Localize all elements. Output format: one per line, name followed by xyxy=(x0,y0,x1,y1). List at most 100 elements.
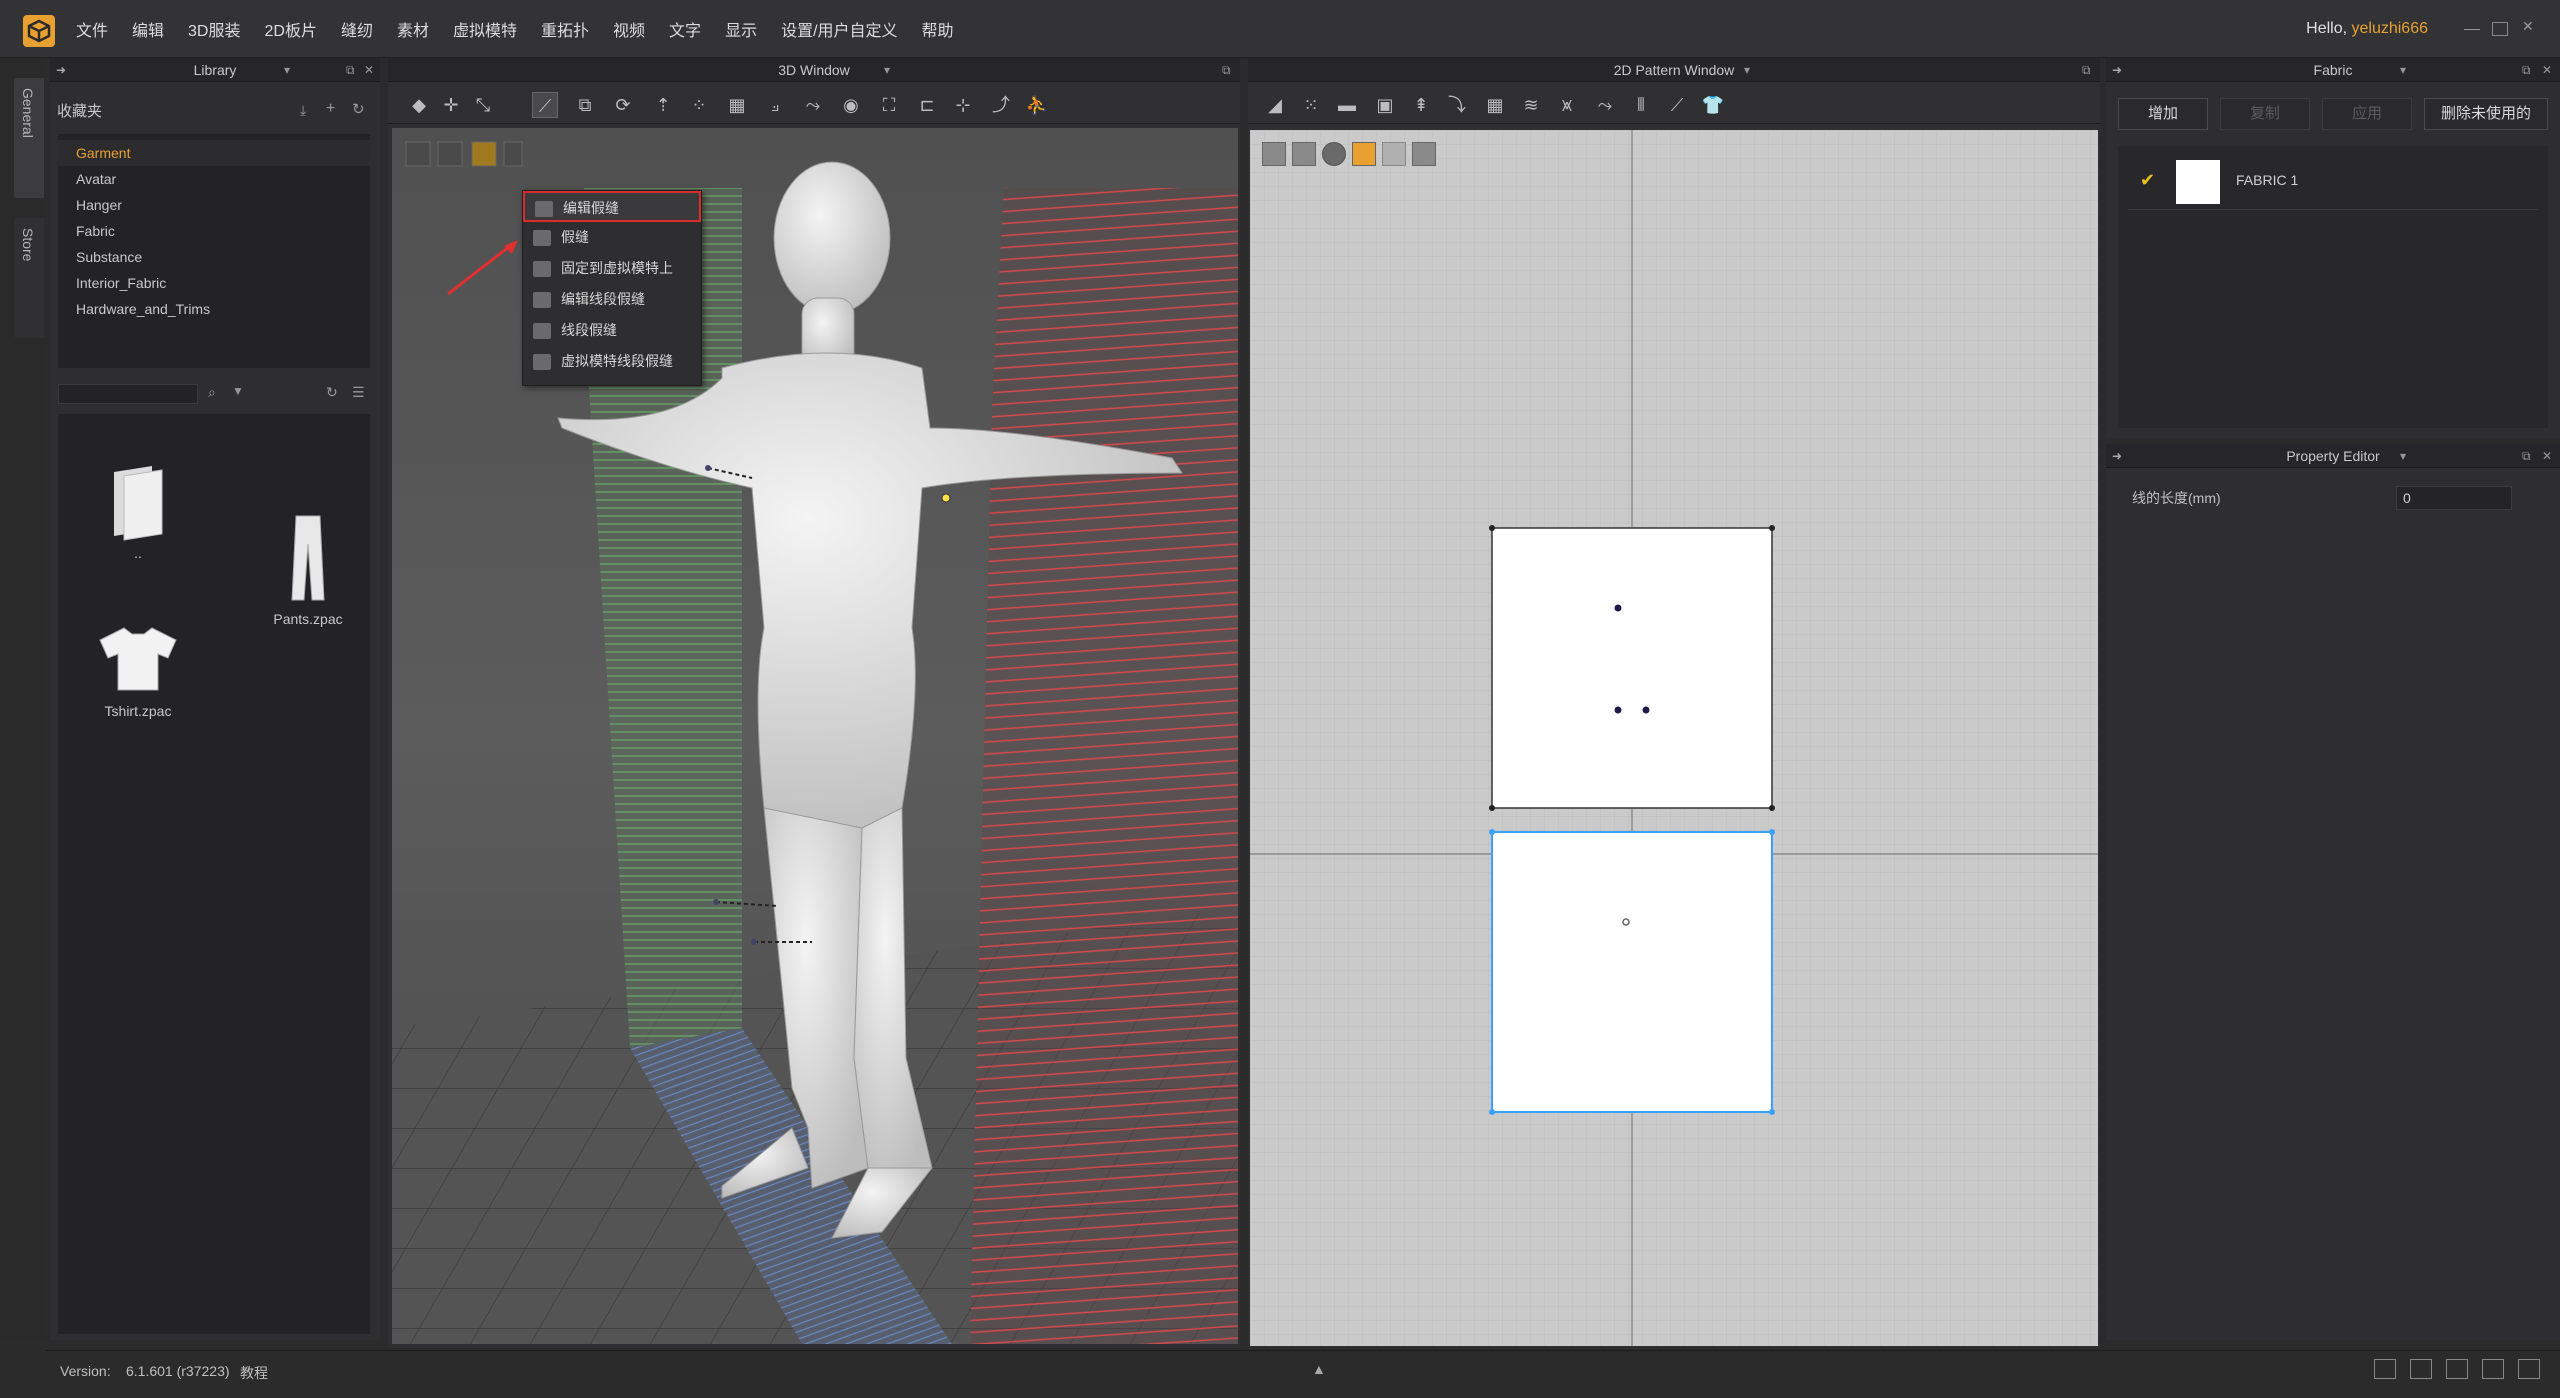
2d-dart-icon[interactable]: ⤵ xyxy=(1444,92,1470,118)
2d-view-icon-1[interactable] xyxy=(1262,142,1286,166)
dd-edit-tack[interactable]: 编辑假缝 xyxy=(523,191,701,222)
app-logo-icon[interactable] xyxy=(22,14,56,48)
undock-icon[interactable]: ⧉ xyxy=(1222,58,1231,82)
menu-edit[interactable]: 编辑 xyxy=(132,17,164,41)
line-length-input[interactable]: 0 xyxy=(2396,486,2512,510)
2d-viewport[interactable] xyxy=(1250,130,2098,1346)
2d-view-icon-3[interactable] xyxy=(1322,142,1346,166)
layout-three-icon[interactable] xyxy=(2446,1359,2468,1379)
dd-tack-on-avatar[interactable]: 固定到虚拟模特上 xyxy=(523,253,701,284)
point-tool-icon[interactable]: ⁘ xyxy=(686,92,712,118)
tree-item-substance[interactable]: Substance xyxy=(58,244,370,270)
undock-icon[interactable]: ⧉ xyxy=(2522,58,2531,82)
2d-edit-point-icon[interactable]: ⁙ xyxy=(1298,92,1324,118)
menu-3d-garment[interactable]: 3D服装 xyxy=(188,17,240,41)
dropdown-icon[interactable]: ▾ xyxy=(2400,58,2406,82)
collapse-icon[interactable]: ➜ xyxy=(2112,444,2122,468)
dropdown-icon[interactable]: ▾ xyxy=(884,58,890,82)
rotate-tool-icon[interactable]: ⟳ xyxy=(610,92,636,118)
collapse-icon[interactable]: ➜ xyxy=(56,58,66,82)
file-item-parent-folder[interactable]: .. xyxy=(88,464,188,561)
dropdown-icon[interactable]: ▾ xyxy=(284,58,290,82)
topstitch-tool-icon[interactable]: ⛶ xyxy=(876,92,902,118)
minimize-icon[interactable] xyxy=(2464,22,2480,30)
tab-general[interactable]: General xyxy=(14,78,44,198)
2d-sew-icon[interactable]: ⤳ xyxy=(1592,92,1618,118)
move-tool-icon[interactable]: ✛ xyxy=(438,92,464,118)
select-tool-icon[interactable]: ◆ xyxy=(406,92,432,118)
fold-tool-icon[interactable]: ⧉ xyxy=(572,92,598,118)
panel-close-icon[interactable]: ✕ xyxy=(2542,444,2552,468)
layout-custom-icon[interactable] xyxy=(2518,1359,2540,1379)
tutorial-link[interactable]: 教程 xyxy=(240,1363,268,1383)
2d-pleat-icon[interactable]: ⦀ xyxy=(1628,92,1654,118)
undock-icon[interactable]: ⧉ xyxy=(2082,58,2091,82)
dd-segment-tack[interactable]: 线段假缝 xyxy=(523,315,701,346)
library-search-input[interactable] xyxy=(58,384,198,404)
pen-tool-icon[interactable]: ⤴ xyxy=(988,92,1014,118)
add-fabric-button[interactable]: 增加 xyxy=(2118,98,2208,130)
pin-tool-icon[interactable]: ⤡ xyxy=(470,92,496,118)
menu-text[interactable]: 文字 xyxy=(669,17,701,41)
delete-unused-button[interactable]: 删除未使用的 xyxy=(2424,98,2548,130)
menu-retopology[interactable]: 重拓扑 xyxy=(541,17,589,41)
restore-icon[interactable] xyxy=(2492,22,2508,36)
2d-pin-icon[interactable]: ⇞ xyxy=(1408,92,1434,118)
search-icon[interactable]: ⌕ xyxy=(208,384,216,401)
panel-close-icon[interactable]: ✕ xyxy=(2542,58,2552,82)
apply-fabric-button[interactable]: 应用 xyxy=(2322,98,2412,130)
expand-up-icon[interactable]: ▲ xyxy=(1312,1361,1326,1377)
dd-avatar-segment-tack[interactable]: 虚拟模特线段假缝 xyxy=(523,346,701,377)
tree-item-garment[interactable]: Garment xyxy=(58,140,370,166)
tree-item-avatar[interactable]: Avatar xyxy=(58,166,370,192)
collapse-icon[interactable]: ➜ xyxy=(2112,58,2122,82)
close-icon[interactable]: ✕ xyxy=(2522,18,2538,34)
zipper-tool-icon[interactable]: ⊏ xyxy=(914,92,940,118)
2d-garment-icon[interactable]: 👕 xyxy=(1700,92,1726,118)
tree-item-interior-fabric[interactable]: Interior_Fabric xyxy=(58,270,370,296)
username[interactable]: yeluzhi666 xyxy=(2352,20,2429,37)
add-icon[interactable]: + xyxy=(326,100,335,118)
menu-materials[interactable]: 素材 xyxy=(397,17,429,41)
menu-avatar[interactable]: 虚拟模特 xyxy=(453,17,517,41)
filter-dropdown-icon[interactable]: ▼ xyxy=(232,384,244,398)
undock-icon[interactable]: ⧉ xyxy=(346,58,355,82)
2d-view-icon-5[interactable] xyxy=(1382,142,1406,166)
tab-store[interactable]: Store xyxy=(14,218,44,338)
menu-video[interactable]: 视频 xyxy=(613,17,645,41)
dropdown-icon[interactable]: ▾ xyxy=(1744,58,1750,82)
avatar-pose-icon[interactable]: ⛹ xyxy=(1024,92,1050,118)
sew-tool-icon[interactable]: ⤳ xyxy=(800,92,826,118)
2d-grid-icon[interactable]: ▦ xyxy=(1482,92,1508,118)
undock-icon[interactable]: ⧉ xyxy=(2522,444,2531,468)
2d-measure-icon[interactable]: ⟋ xyxy=(1664,92,1690,118)
refresh-icon[interactable]: ↻ xyxy=(352,100,365,118)
2d-internal-rect-icon[interactable]: ▣ xyxy=(1372,92,1398,118)
file-item-pants[interactable]: Pants.zpac xyxy=(258,514,358,627)
2d-view-icon-2[interactable] xyxy=(1292,142,1316,166)
layout-grid-icon[interactable] xyxy=(2482,1359,2504,1379)
download-icon[interactable]: ⤓ xyxy=(300,102,306,119)
refresh-list-icon[interactable]: ↻ xyxy=(326,384,338,401)
dd-tack[interactable]: 假缝 xyxy=(523,222,701,253)
button-tool-icon[interactable]: ◉ xyxy=(838,92,864,118)
menu-sewing[interactable]: 缝纫 xyxy=(341,17,373,41)
arrange-tool-icon[interactable]: ⇡ xyxy=(650,92,676,118)
grid-tool-icon[interactable]: ▦ xyxy=(724,92,750,118)
2d-view-icon-4[interactable] xyxy=(1352,142,1376,166)
menu-2d-pattern[interactable]: 2D板片 xyxy=(265,17,317,41)
tree-item-hanger[interactable]: Hanger xyxy=(58,192,370,218)
3d-viewport[interactable]: 编辑假缝 假缝 固定到虚拟模特上 编辑线段假缝 线段假缝 虚拟模特线段假缝 xyxy=(392,128,1238,1344)
dropdown-icon[interactable]: ▾ xyxy=(2400,444,2406,468)
tree-item-hardware-trims[interactable]: Hardware_and_Trims xyxy=(58,296,370,322)
layout-single-icon[interactable] xyxy=(2374,1359,2396,1379)
tack-tool-icon[interactable]: ⟋ xyxy=(532,92,558,118)
measure-tool-icon[interactable]: ⟓ xyxy=(762,92,788,118)
dd-edit-segment-tack[interactable]: 编辑线段假缝 xyxy=(523,284,701,315)
menu-display[interactable]: 显示 xyxy=(725,17,757,41)
2d-transform-icon[interactable]: ◢ xyxy=(1262,92,1288,118)
tree-item-fabric[interactable]: Fabric xyxy=(58,218,370,244)
2d-view-icon-6[interactable] xyxy=(1412,142,1436,166)
list-view-icon[interactable]: ☰ xyxy=(352,384,365,401)
2d-seam-icon[interactable]: ≋ xyxy=(1518,92,1544,118)
